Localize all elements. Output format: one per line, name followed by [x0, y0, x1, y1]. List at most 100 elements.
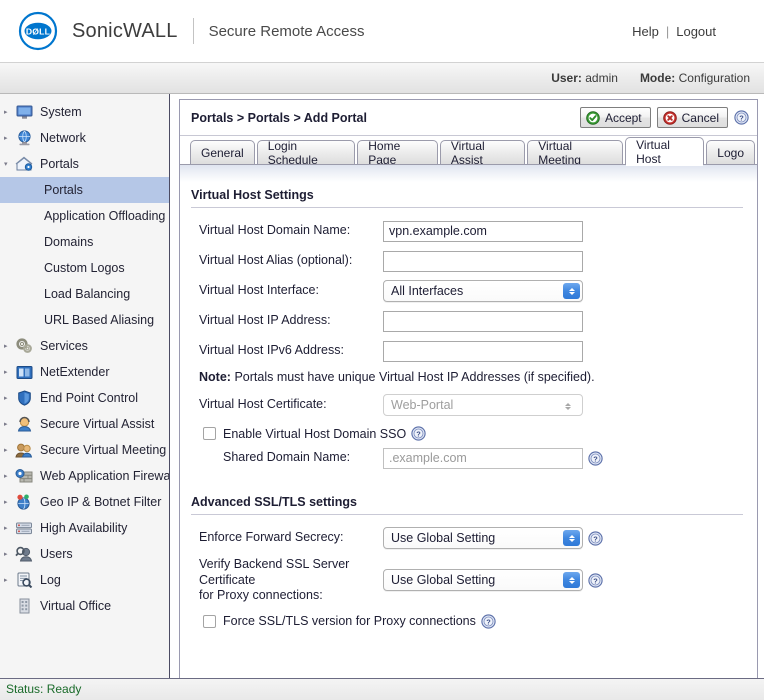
- virtual-host-alias-input[interactable]: [383, 250, 583, 272]
- help-icon[interactable]: ?: [588, 530, 603, 546]
- chevron-updown-icon[interactable]: [563, 572, 580, 589]
- status-label: Status:: [6, 682, 44, 696]
- tab-underline-strip: [180, 164, 757, 182]
- certificate-selected-value: Web-Portal: [391, 398, 454, 412]
- help-icon[interactable]: ?: [734, 110, 749, 125]
- help-link[interactable]: Help: [632, 24, 659, 39]
- tab-label: Virtual Meeting: [538, 139, 581, 167]
- person-headset-icon: [13, 414, 35, 434]
- svg-text:?: ?: [486, 617, 491, 626]
- enforce-forward-secrecy-select[interactable]: Use Global Setting: [383, 527, 583, 549]
- verify-backend-selected-value: Use Global Setting: [391, 573, 496, 588]
- expand-arrow-icon[interactable]: ▸: [4, 395, 13, 402]
- collapse-arrow-icon[interactable]: ▾: [4, 161, 13, 168]
- virtual-host-ip-input[interactable]: [383, 310, 583, 332]
- sidebar-subitem-custom-logos[interactable]: Custom Logos: [0, 255, 169, 281]
- tab-virtual-meeting[interactable]: Virtual Meeting: [527, 139, 624, 167]
- tab-home-page[interactable]: Home Page: [357, 139, 438, 167]
- mode-bar: User: admin Mode: Configuration: [0, 62, 764, 94]
- expand-arrow-icon[interactable]: ▸: [4, 473, 13, 480]
- interface-label: Virtual Host Interface:: [199, 283, 319, 298]
- tab-bar: General Login Schedule Home Page Virtual…: [180, 136, 757, 167]
- expand-arrow-icon[interactable]: ▸: [4, 577, 13, 584]
- svg-text:?: ?: [593, 534, 598, 543]
- sidebar-item-geo-ip-botnet-filter[interactable]: ▸ Geo IP & Botnet Filter: [0, 489, 169, 515]
- expand-arrow-icon[interactable]: ▸: [4, 109, 13, 116]
- expand-arrow-icon[interactable]: ▸: [4, 369, 13, 376]
- virtual-host-domain-name-input[interactable]: [383, 220, 583, 242]
- verify-backend-certificate-select[interactable]: Use Global Setting: [383, 569, 583, 592]
- sidebar-item-portals[interactable]: ▾ Portals: [0, 151, 169, 177]
- brand-divider: [192, 18, 194, 44]
- sidebar-item-secure-virtual-assist[interactable]: ▸ Secure Virtual Assist: [0, 411, 169, 437]
- sidebar-subitem-application-offloading[interactable]: Application Offloading: [0, 203, 169, 229]
- note-text: Portals must have unique Virtual Host IP…: [234, 370, 595, 384]
- expand-arrow-icon[interactable]: ▸: [4, 551, 13, 558]
- tab-logo[interactable]: Logo: [706, 140, 755, 165]
- enable-virtual-host-sso-checkbox[interactable]: [203, 427, 216, 440]
- sidebar-item-label: Virtual Office: [40, 599, 112, 613]
- sidebar-item-system[interactable]: ▸ System: [0, 99, 169, 125]
- sidebar-item-services[interactable]: ▸ Services: [0, 333, 169, 359]
- chevron-updown-icon[interactable]: [563, 283, 580, 299]
- help-icon[interactable]: ?: [411, 426, 426, 441]
- sidebar-item-netextender[interactable]: ▸ NetExtender: [0, 359, 169, 385]
- expand-arrow-icon[interactable]: ▸: [4, 525, 13, 532]
- sidebar-subitem-label: Custom Logos: [44, 261, 125, 275]
- accept-button[interactable]: Accept: [579, 107, 651, 128]
- expand-arrow-icon[interactable]: ▸: [4, 447, 13, 454]
- help-icon[interactable]: ?: [588, 450, 603, 466]
- verify-backend-label-line2: for Proxy connections:: [199, 588, 323, 603]
- geo-pins-icon: [13, 492, 35, 512]
- note-prefix: Note:: [199, 370, 231, 384]
- shared-domain-name-input[interactable]: [383, 447, 583, 469]
- breadcrumb: Portals > Portals > Add Portal: [191, 110, 367, 125]
- product-name: Secure Remote Access: [208, 22, 365, 40]
- sidebar-item-end-point-control[interactable]: ▸ End Point Control: [0, 385, 169, 411]
- expand-arrow-icon[interactable]: ▸: [4, 421, 13, 428]
- sidebar-item-network[interactable]: ▸ Network: [0, 125, 169, 151]
- sidebar-item-high-availability[interactable]: ▸ High Availability: [0, 515, 169, 541]
- cancel-button[interactable]: Cancel: [656, 107, 728, 128]
- ipv6-address-label: Virtual Host IPv6 Address:: [199, 343, 344, 358]
- verify-backend-label: Verify Backend SSL Server Certificate fo…: [191, 557, 383, 604]
- sidebar-subitem-load-balancing[interactable]: Load Balancing: [0, 281, 169, 307]
- people-icon: [13, 440, 35, 460]
- firewall-icon: [13, 466, 35, 486]
- expand-arrow-icon[interactable]: ▸: [4, 499, 13, 506]
- house-icon: [13, 154, 35, 174]
- shared-domain-label: Shared Domain Name:: [223, 450, 351, 465]
- sidebar-nav: ▸ System ▸ Network ▾ Portals Portals App…: [0, 94, 170, 690]
- content-pane: Portals > Portals > Add Portal Accept Ca…: [170, 94, 764, 690]
- tab-virtual-assist[interactable]: Virtual Assist: [439, 139, 526, 167]
- tab-login-schedule[interactable]: Login Schedule: [256, 139, 356, 167]
- help-icon[interactable]: ?: [481, 614, 496, 629]
- sidebar-item-label: Network: [40, 131, 86, 145]
- accept-button-label: Accept: [604, 110, 642, 125]
- expand-arrow-icon[interactable]: ▸: [4, 135, 13, 142]
- sidebar-item-log[interactable]: ▸ Log: [0, 567, 169, 593]
- tab-general[interactable]: General: [190, 140, 255, 165]
- cancel-x-icon: [662, 110, 677, 125]
- sidebar-item-label: Services: [40, 339, 88, 353]
- sidebar-subitem-url-based-aliasing[interactable]: URL Based Aliasing: [0, 307, 169, 333]
- sidebar-item-secure-virtual-meeting[interactable]: ▸ Secure Virtual Meeting: [0, 437, 169, 463]
- virtual-host-interface-select[interactable]: All Interfaces: [383, 280, 583, 302]
- logout-link[interactable]: Logout: [676, 24, 716, 39]
- sidebar-item-web-application-firewall[interactable]: ▸ Web Application Firewall: [0, 463, 169, 489]
- virtual-host-certificate-select: Web-Portal: [383, 394, 583, 416]
- shield-icon: [13, 388, 35, 408]
- help-icon[interactable]: ?: [588, 573, 603, 588]
- sidebar-subitem-portals[interactable]: Portals: [0, 177, 169, 203]
- sidebar-subitem-label: Domains: [44, 235, 94, 249]
- sidebar-item-users[interactable]: ▸ Users: [0, 541, 169, 567]
- tab-label: Home Page: [368, 139, 401, 167]
- chevron-updown-icon[interactable]: [563, 530, 580, 546]
- sidebar-subitem-domains[interactable]: Domains: [0, 229, 169, 255]
- virtual-host-ipv6-input[interactable]: [383, 340, 583, 362]
- force-ssl-version-checkbox[interactable]: [203, 614, 216, 628]
- cancel-button-label: Cancel: [681, 110, 719, 125]
- tab-virtual-host[interactable]: Virtual Host: [625, 137, 705, 166]
- expand-arrow-icon[interactable]: ▸: [4, 343, 13, 350]
- sidebar-item-virtual-office[interactable]: Virtual Office: [0, 593, 169, 619]
